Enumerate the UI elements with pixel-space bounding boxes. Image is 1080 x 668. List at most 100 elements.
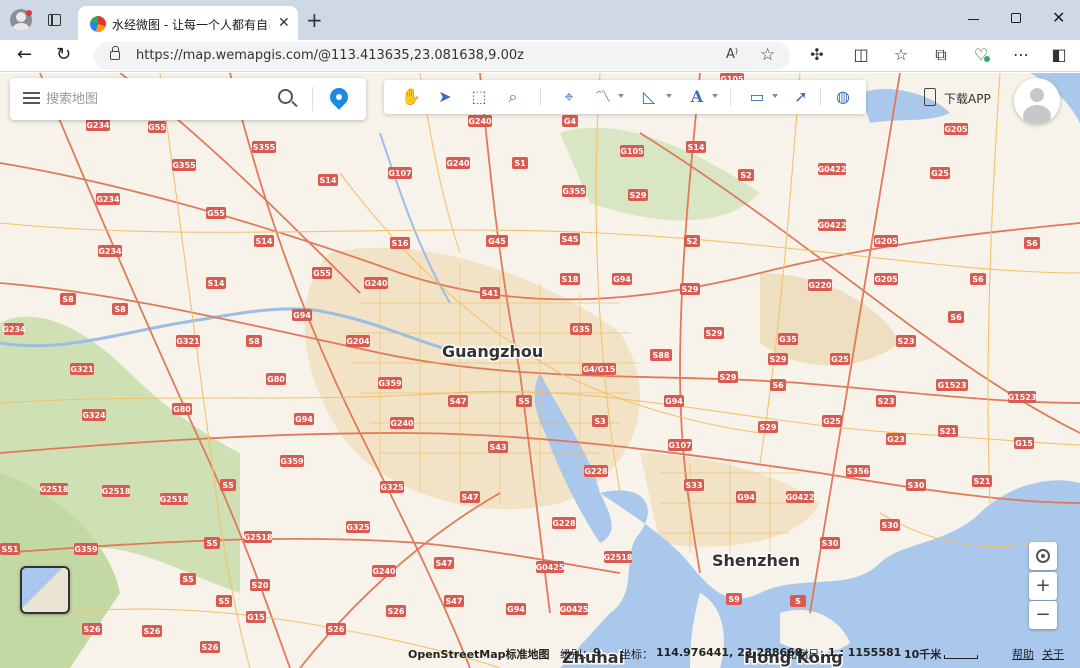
- location-pin-icon[interactable]: [326, 84, 352, 110]
- svg-text:S29: S29: [706, 329, 723, 338]
- svg-text:G15: G15: [247, 613, 265, 622]
- svg-text:G234: G234: [96, 195, 120, 204]
- chevron-down-icon[interactable]: [666, 94, 672, 98]
- svg-text:S23: S23: [898, 337, 915, 346]
- svg-text:G94: G94: [613, 275, 631, 284]
- svg-text:G355: G355: [172, 161, 196, 170]
- map-canvas[interactable]: G234 G55 G355 S355 S14 G105 G240 G4 G105…: [0, 73, 1080, 668]
- svg-text:S: S: [795, 597, 801, 606]
- svg-text:G205: G205: [874, 275, 898, 284]
- svg-text:S43: S43: [490, 443, 507, 452]
- svg-text:G240: G240: [446, 159, 470, 168]
- svg-text:S1: S1: [514, 159, 526, 168]
- svg-text:S26: S26: [144, 627, 161, 636]
- window-maximize-button[interactable]: [1011, 13, 1021, 23]
- zoom-in-button[interactable]: +: [1029, 572, 1057, 600]
- svg-text:G4/G15: G4/G15: [583, 365, 616, 374]
- svg-text:S30: S30: [908, 481, 925, 490]
- svg-text:G107: G107: [668, 441, 691, 450]
- svg-text:G94: G94: [665, 397, 683, 406]
- info-pointer-icon[interactable]: ➚: [788, 85, 814, 109]
- svg-text:G359: G359: [74, 545, 98, 554]
- reload-button[interactable]: ↻: [56, 44, 71, 65]
- browser-tab[interactable]: 水经微图 - 让每一个人都有自己的 ✕: [78, 6, 298, 40]
- zoom-rect-icon[interactable]: ⌕: [500, 85, 526, 109]
- svg-text:G2518: G2518: [244, 533, 273, 542]
- split-screen-icon[interactable]: ◫: [850, 45, 872, 64]
- window-close-button[interactable]: ✕: [1052, 8, 1065, 27]
- search-panel: [10, 78, 366, 120]
- lock-icon[interactable]: [110, 46, 120, 60]
- svg-text:S2: S2: [686, 237, 697, 246]
- text-label-icon[interactable]: A: [684, 85, 710, 109]
- search-input[interactable]: [46, 88, 266, 110]
- city-label-shenzhen[interactable]: Shenzhen: [711, 550, 802, 572]
- locate-button[interactable]: [1029, 542, 1057, 570]
- svg-text:S14: S14: [320, 176, 337, 185]
- map-svg[interactable]: G234 G55 G355 S355 S14 G105 G240 G4 G105…: [0, 73, 1080, 668]
- zoom-level-value: 9: [593, 646, 601, 659]
- marker-icon[interactable]: ⌖: [556, 85, 582, 109]
- svg-text:S33: S33: [686, 481, 703, 490]
- svg-text:S30: S30: [822, 539, 839, 548]
- search-icon[interactable]: [278, 89, 293, 104]
- city-label-guangzhou[interactable]: Guangzhou: [441, 341, 545, 363]
- chevron-down-icon[interactable]: [712, 94, 718, 98]
- more-icon[interactable]: ⋯: [1010, 45, 1032, 64]
- svg-text:S5: S5: [218, 597, 230, 606]
- svg-text:G240: G240: [468, 117, 492, 126]
- svg-text:G80: G80: [173, 405, 191, 414]
- menu-icon[interactable]: [23, 92, 40, 104]
- new-tab-button[interactable]: +: [306, 8, 323, 32]
- svg-text:G55: G55: [148, 123, 166, 132]
- back-button[interactable]: ←: [17, 44, 32, 65]
- chevron-down-icon[interactable]: [618, 94, 624, 98]
- globe-icon[interactable]: ◍: [830, 85, 856, 109]
- box-select-icon[interactable]: ⬚: [466, 85, 492, 109]
- user-avatar[interactable]: [1014, 78, 1060, 124]
- favorite-star-icon[interactable]: ☆: [760, 45, 775, 65]
- svg-text:S8: S8: [62, 295, 74, 304]
- svg-text:S5: S5: [518, 397, 530, 406]
- svg-text:G107: G107: [388, 169, 411, 178]
- tab-close-icon[interactable]: ✕: [278, 15, 290, 31]
- about-link[interactable]: 关于: [1042, 646, 1064, 662]
- chevron-down-icon[interactable]: [772, 94, 778, 98]
- svg-text:G23: G23: [887, 435, 905, 444]
- pan-hand-icon[interactable]: ✋: [398, 85, 424, 109]
- svg-text:G234: G234: [2, 325, 26, 334]
- svg-text:G25: G25: [831, 355, 849, 364]
- zoom-out-button[interactable]: −: [1029, 601, 1057, 629]
- svg-text:S23: S23: [878, 397, 895, 406]
- address-bar[interactable]: https://map.wemapgis.com/@113.413635,23.…: [94, 42, 790, 70]
- svg-text:S5: S5: [182, 575, 194, 584]
- svg-text:G94: G94: [737, 493, 755, 502]
- measure-ruler-icon[interactable]: ▭: [744, 85, 770, 109]
- polygon-icon[interactable]: ◺: [636, 85, 662, 109]
- basemap-switcher[interactable]: [20, 566, 70, 614]
- coordinate-label: 坐标：: [620, 648, 653, 661]
- svg-text:S14: S14: [208, 279, 225, 288]
- collections-icon[interactable]: ⧉: [930, 45, 952, 65]
- window-minimize-button[interactable]: [968, 19, 979, 21]
- url-text[interactable]: https://map.wemapgis.com/@113.413635,23.…: [136, 48, 524, 63]
- svg-text:G105: G105: [620, 147, 644, 156]
- tab-actions-icon[interactable]: [48, 14, 61, 26]
- svg-text:G240: G240: [390, 419, 414, 428]
- polyline-icon[interactable]: 〽: [590, 85, 616, 109]
- scale-value: 1 : 1155581: [828, 646, 902, 659]
- read-aloud-icon[interactable]: A⁾: [726, 47, 738, 62]
- svg-text:G0422: G0422: [818, 221, 847, 230]
- favorites-icon[interactable]: ☆: [890, 45, 912, 64]
- help-link[interactable]: 帮助: [1012, 646, 1034, 662]
- svg-text:S6: S6: [972, 275, 984, 284]
- svg-text:S18: S18: [562, 275, 579, 284]
- status-bar: OpenStreetMap标准地图 级别： 9 坐标： 114.976441, …: [0, 643, 1080, 663]
- svg-text:S29: S29: [682, 285, 699, 294]
- svg-text:G325: G325: [346, 523, 370, 532]
- svg-text:G228: G228: [584, 467, 608, 476]
- select-pointer-icon[interactable]: ➤: [432, 85, 458, 109]
- extensions-icon[interactable]: ✣: [806, 45, 828, 64]
- svg-text:G321: G321: [176, 337, 200, 346]
- copilot-icon[interactable]: ◧: [1048, 45, 1070, 64]
